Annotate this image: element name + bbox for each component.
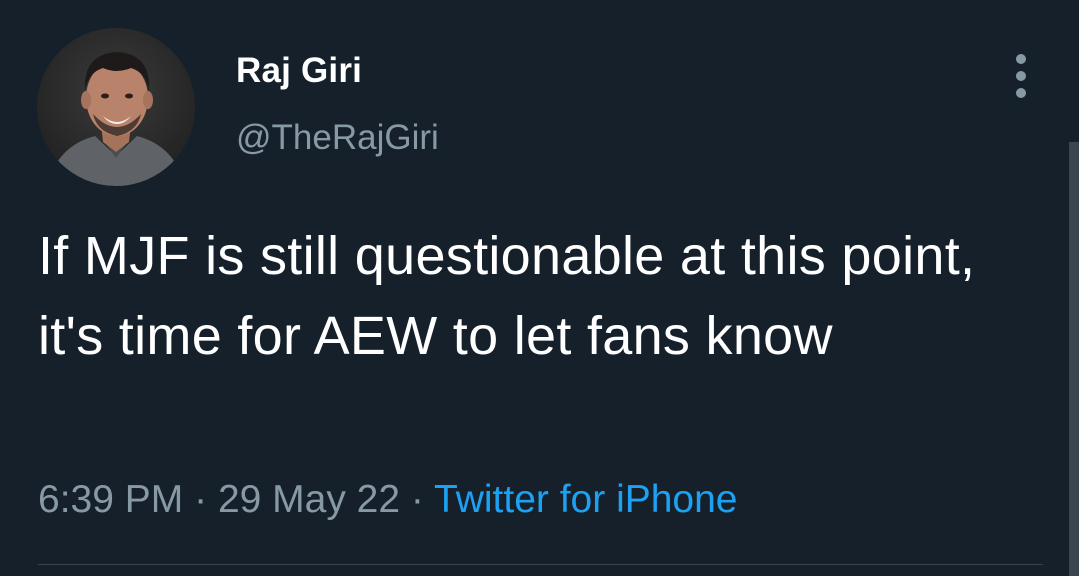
tweet-source-link[interactable]: Twitter for iPhone: [434, 478, 737, 521]
tweet-date[interactable]: 29 May 22: [218, 478, 400, 521]
profile-photo-icon: [37, 28, 195, 186]
divider: [38, 564, 1043, 565]
avatar[interactable]: [37, 28, 195, 186]
tweet-metadata: 6:39 PM · 29 May 22 · Twitter for iPhone: [38, 478, 738, 522]
more-vertical-icon-dot: [1016, 71, 1026, 81]
meta-separator: ·: [194, 478, 208, 521]
tweet-detail: Raj Giri @TheRajGiri If MJF is still que…: [0, 0, 1079, 576]
tweet-time[interactable]: 6:39 PM: [38, 478, 183, 521]
more-vertical-icon-dot: [1016, 88, 1026, 98]
tweet-text: If MJF is still questionable at this poi…: [38, 226, 976, 366]
scrollbar[interactable]: [1069, 142, 1079, 576]
more-vertical-icon: [1016, 54, 1026, 64]
more-options-button[interactable]: [1006, 54, 1036, 98]
user-handle[interactable]: @TheRajGiri: [236, 118, 439, 158]
meta-separator: ·: [410, 478, 424, 521]
display-name[interactable]: Raj Giri: [236, 51, 362, 91]
